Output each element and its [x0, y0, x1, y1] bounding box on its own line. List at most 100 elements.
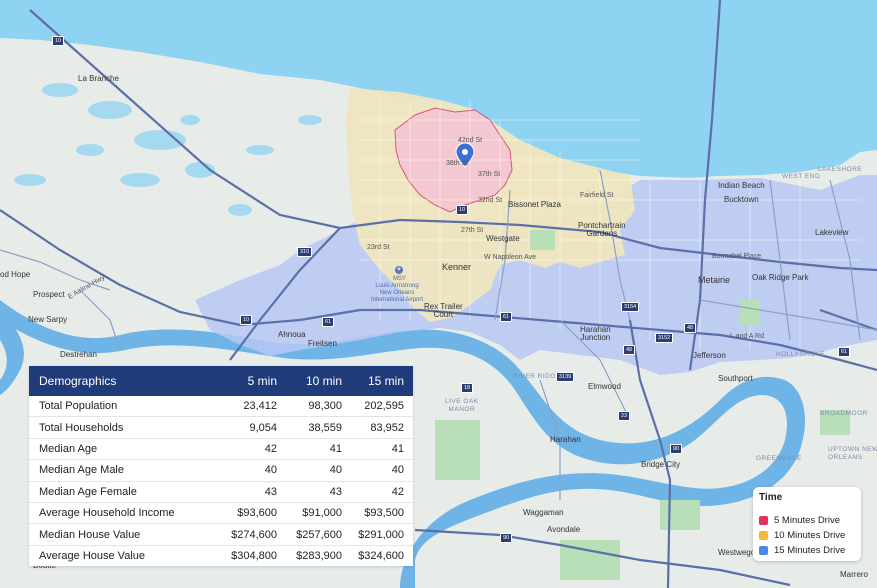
row-label: Total Households [39, 421, 124, 434]
cell-5-min: 23,412 [243, 400, 277, 413]
row-label: Median Age Female [39, 485, 137, 498]
label-river-ridge: RIVER RIDGE [513, 373, 561, 380]
cell-5-min: $304,800 [231, 549, 277, 562]
shield-310: 310 [297, 247, 313, 257]
legend-swatch-blue [759, 545, 768, 555]
label-indian-beach: Indian Beach [718, 181, 765, 190]
street-42nd-st: 42nd St [458, 137, 483, 144]
label-bridge-city: Bridge City [641, 460, 681, 469]
header-5-min: 5 min [247, 374, 277, 388]
time-legend: Time 5 Minutes Drive 10 Minutes Drive 15… [753, 487, 861, 561]
table-row: Median Age Male 40 40 40 [29, 460, 413, 482]
label-westwego: Westwego [718, 548, 756, 557]
shield-61-west: 61 [322, 317, 335, 327]
street-23rd-st: 23rd St [367, 244, 390, 251]
row-label: Median Age Male [39, 464, 124, 477]
shield-i10-west: 10 [240, 315, 253, 325]
legend-label: 15 Minutes Drive [774, 544, 846, 556]
cell-15-min: 40 [391, 464, 404, 477]
label-oak-ridge-park: Oak Ridge Park [752, 273, 809, 282]
legend-item-15-min: 15 Minutes Drive [759, 544, 845, 556]
label-ahnoua: Ahnoua [278, 330, 306, 339]
row-label: Average Household Income [39, 507, 175, 520]
cell-10-min: 98,300 [308, 400, 342, 413]
label-west-end: WEST END [782, 173, 821, 180]
header-demographics: Demographics [39, 374, 117, 388]
legend-label: 10 Minutes Drive [774, 529, 846, 541]
label-uptown-new-orleans: UPTOWN NEW ORLEANS [828, 446, 877, 461]
legend-swatch-red [759, 515, 768, 525]
label-avondale: Avondale [547, 525, 581, 534]
legend-item-10-min: 10 Minutes Drive [759, 529, 845, 541]
shield-61-east: 61 [500, 312, 513, 322]
shield-3152: 3152 [655, 333, 674, 343]
header-10-min: 10 min [305, 374, 342, 388]
airport-code: MSY [393, 276, 407, 282]
label-lakeshore: LAKESHORE [818, 166, 863, 173]
street-27th-st: 27th St [461, 227, 484, 234]
shield-18: 18 [461, 383, 474, 393]
header-15-min: 15 min [367, 374, 404, 388]
table-row: Median Age Female 43 43 42 [29, 482, 413, 503]
street-37th-st: 37th St [478, 171, 501, 178]
label-rex-trailer-court: Rex Trailer Court [424, 302, 463, 319]
location-pin-dot [462, 149, 468, 155]
street-32nd-st: 32nd St [478, 197, 503, 204]
shield-90-bridge: 90 [670, 444, 683, 454]
legend-item-5-min: 5 Minutes Drive [759, 514, 840, 526]
label-bucktown: Bucktown [724, 195, 759, 204]
airport-name: Louis Armstrong New Orleans Internationa… [371, 283, 424, 303]
shield-3154: 3154 [621, 302, 640, 312]
cell-15-min: $93,500 [364, 507, 404, 520]
cell-5-min: $93,600 [237, 507, 277, 520]
cell-15-min: 83,952 [370, 421, 404, 434]
label-metairie: Metairie [698, 275, 731, 285]
demographics-header: Demographics 5 min 10 min 15 min [29, 366, 413, 396]
shield-i10-kenner: 10 [456, 205, 469, 215]
cell-5-min: 40 [264, 464, 277, 477]
street-bonnabel-place: Bonnabel Place [712, 253, 762, 260]
cell-10-min: 41 [329, 442, 342, 455]
table-row: Median House Value $274,600 $257,600 $29… [29, 524, 413, 546]
row-label: Median Age [39, 442, 98, 455]
legend-label: 5 Minutes Drive [774, 514, 840, 526]
label-broadmoor: BROADMOOR [820, 410, 868, 417]
cell-5-min: 42 [264, 442, 277, 455]
cell-5-min: $274,600 [231, 528, 277, 541]
legend-title: Time [759, 492, 783, 503]
label-harahan: Harahan [550, 435, 581, 444]
cell-15-min: $324,600 [358, 549, 404, 562]
label-jefferson: Jefferson [693, 351, 726, 360]
label-la-branche: La Branche [78, 74, 119, 83]
label-kenner: Kenner [442, 262, 472, 272]
cell-10-min: 43 [329, 485, 342, 498]
cell-10-min: 40 [329, 464, 342, 477]
demographics-table: Demographics 5 min 10 min 15 min Total P… [29, 366, 413, 567]
shield-90-south: 90 [500, 533, 513, 543]
label-lakeview: Lakeview [815, 228, 849, 237]
cell-5-min: 43 [264, 485, 277, 498]
map-canvas[interactable]: La Branche Prospect New Sarpy Destrehan … [0, 0, 877, 588]
label-pontchartrain-gardens: Pontchartrain Gardens [578, 221, 626, 238]
label-harahan-junction: Harahan Junction [580, 325, 611, 342]
table-row: Median Age 42 41 41 [29, 439, 413, 461]
table-row: Total Households 9,054 38,559 83,952 [29, 417, 413, 439]
cell-10-min: 38,559 [308, 421, 342, 434]
label-destrehan: Destrehan [60, 350, 97, 359]
shield-48: 48 [623, 345, 636, 355]
row-label: Average House Value [39, 549, 145, 562]
shield-i10-northwest: 10 [52, 36, 65, 46]
street-l-and-a-rd: L and A Rd [730, 333, 764, 340]
shield-48-east: 48 [684, 323, 697, 333]
label-waggaman: Waggaman [523, 508, 564, 517]
label-freitsen: Freitsen [308, 339, 337, 348]
table-row: Average Household Income $93,600 $91,000… [29, 503, 413, 525]
label-hollygrove: HOLLYGROVE [776, 351, 826, 358]
label-marrero: Marrero [840, 570, 869, 579]
cell-15-min: $291,000 [358, 528, 404, 541]
airport-icon[interactable]: ✈ [395, 266, 403, 274]
row-label: Median House Value [39, 528, 141, 541]
table-row: Average House Value $304,800 $283,900 $3… [29, 546, 413, 566]
label-southport: Southport [718, 374, 753, 383]
shield-3139: 3139 [556, 372, 575, 382]
